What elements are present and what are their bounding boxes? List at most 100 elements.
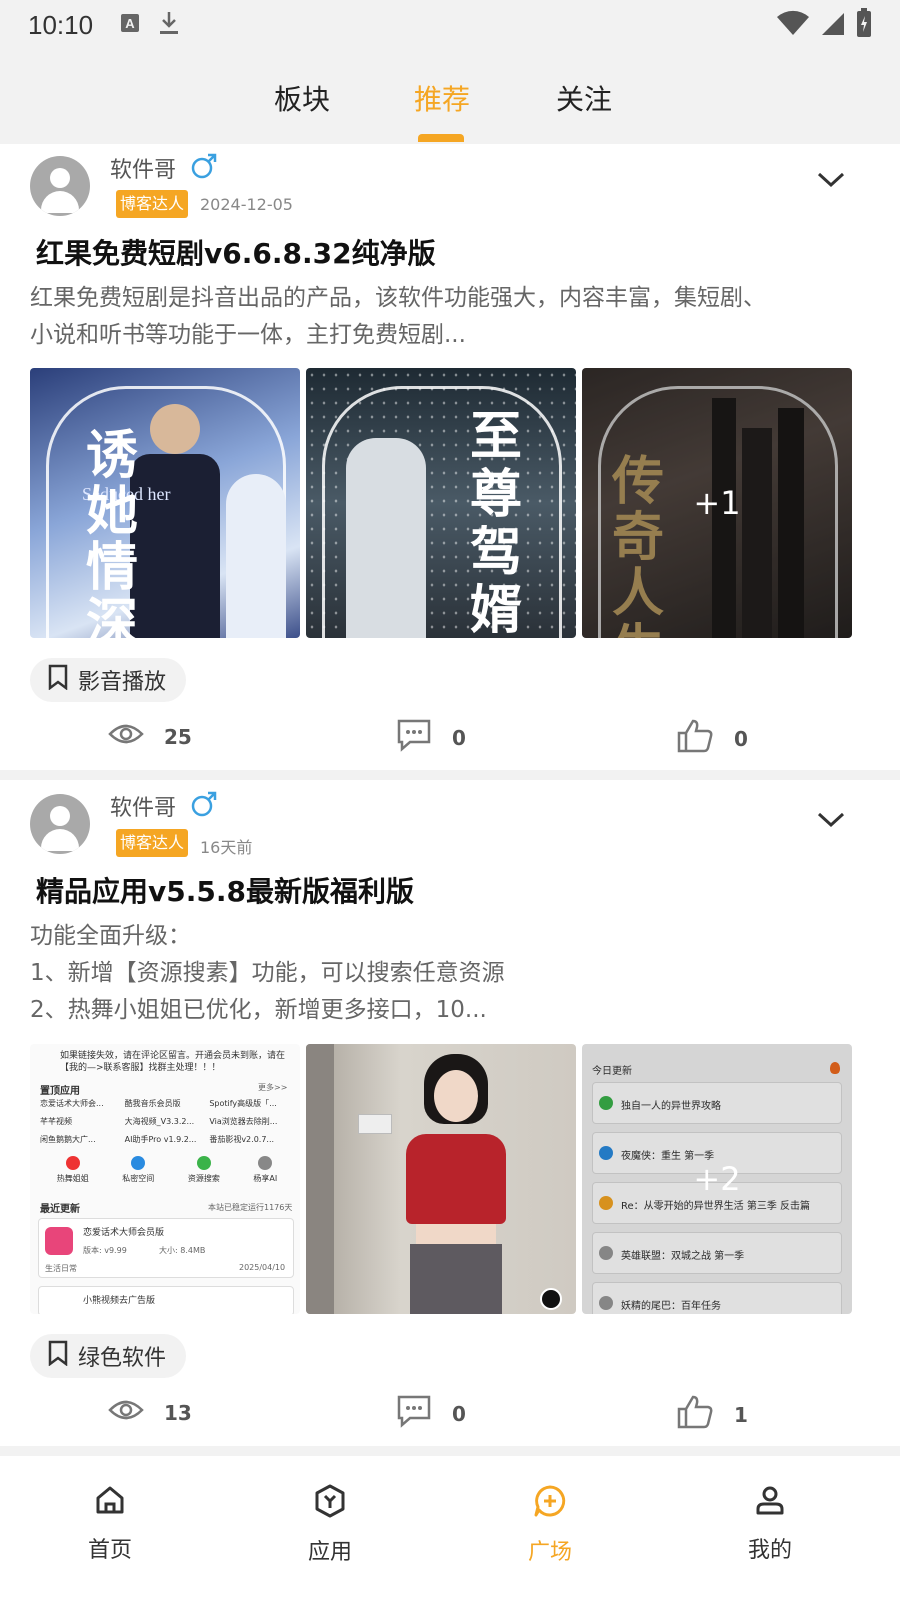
poster-title: 诱她情深 <box>86 425 139 639</box>
post-title[interactable]: 红果免费短剧v6.6.8.32纯净版 <box>36 232 436 272</box>
category-tag-label: 影音播放 <box>78 670 167 695</box>
screenshot-more: 更多>> <box>258 1083 288 1092</box>
male-icon <box>190 152 218 184</box>
post-card[interactable]: 软件哥 博客达人 16天前 精品应用v5.5.8最新版福利版 功能全面升级： 1… <box>0 780 900 1446</box>
thumbnail-image[interactable]: 至尊驾婿 <box>306 368 576 638</box>
category-tag[interactable]: 影音播放 <box>30 658 187 702</box>
signal-icon <box>820 9 846 41</box>
comments-stat[interactable]: 0 <box>396 718 466 757</box>
views-stat: 25 <box>108 720 192 753</box>
post-description[interactable]: 功能全面升级： 1、新增【资源搜素】功能，可以搜索任意资源 2、热舞小姐姐已优化… <box>30 918 870 1029</box>
nav-square-label: 广场 <box>527 1540 572 1565</box>
more-images-overlay[interactable]: +1 <box>582 368 852 638</box>
poster-title: 至尊驾婿 <box>470 406 523 639</box>
screenshot-app: 大海视频_V3.3.2... <box>124 1117 195 1126</box>
screenshot-card-title: 小熊视频去广告版 <box>83 1296 156 1306</box>
thumbs-up-icon <box>676 718 714 759</box>
screenshot-app: Via浏览器去除削... <box>209 1117 278 1126</box>
thumbnail-image[interactable] <box>306 1044 576 1314</box>
screenshot-card-version: 版本: v9.99 <box>83 1246 127 1255</box>
nav-apps-label: 应用 <box>307 1540 352 1565</box>
svg-text:A: A <box>125 16 135 31</box>
screenshot-app: 闲鱼鹅鹅大广... <box>40 1135 96 1144</box>
author-name[interactable]: 软件哥 <box>110 790 176 822</box>
post-description[interactable]: 红果免费短剧是抖音出品的产品，该软件功能强大，内容丰富，集短剧、 小说和听书等功… <box>30 280 870 354</box>
screenshot-app: 恋爱话术大师会... <box>40 1099 104 1108</box>
thumbs-up-icon <box>676 1394 714 1435</box>
status-bar: 10:10 A <box>0 0 900 52</box>
chevron-down-icon[interactable] <box>816 170 846 194</box>
bookmark-icon <box>48 664 68 696</box>
screenshot-shortcut: 资源搜索 <box>187 1174 220 1183</box>
bottom-navigation: 首页 应用 广场 我的 <box>0 1456 900 1600</box>
screenshot-card-size: 大小: 8.4MB <box>159 1246 206 1255</box>
avatar[interactable] <box>30 794 90 854</box>
views-stat: 13 <box>108 1396 192 1429</box>
views-count: 25 <box>164 724 192 749</box>
top-tab-bar: 板块 推荐 关注 <box>0 52 900 144</box>
likes-count: 0 <box>734 726 748 751</box>
screenshot-card-date: 2025/04/10 <box>239 1263 286 1272</box>
square-chat-plus-icon <box>533 1484 567 1524</box>
eye-icon <box>108 720 144 753</box>
screenshot-section: 置顶应用 <box>40 1086 80 1097</box>
image-gallery: 如果链接失效，请在评论区留言。开通会员未到账，请在【我的—>联系客服】找群主处理… <box>30 1044 870 1314</box>
likes-stat[interactable]: 1 <box>676 1394 748 1435</box>
post-title[interactable]: 精品应用v5.5.8最新版福利版 <box>36 870 414 910</box>
chevron-down-icon[interactable] <box>816 810 846 834</box>
screenshot-app: 芊芊视频 <box>40 1117 72 1126</box>
tab-recommend[interactable]: 推荐 <box>414 78 470 118</box>
likes-stat[interactable]: 0 <box>676 718 748 759</box>
comments-stat[interactable]: 0 <box>396 1394 466 1433</box>
thumbnail-image[interactable]: 如果链接失效，请在评论区留言。开通会员未到账，请在【我的—>联系客服】找群主处理… <box>30 1044 300 1314</box>
nav-profile[interactable]: 我的 <box>710 1484 830 1564</box>
eye-icon <box>108 1396 144 1429</box>
screenshot-notice: 如果链接失效，请在评论区留言。开通会员未到账，请在【我的—>联系客服】找群主处理… <box>60 1051 286 1073</box>
nav-home[interactable]: 首页 <box>50 1484 170 1564</box>
tab-active-indicator <box>418 134 464 142</box>
screenshot-app: Spotify高级版「... <box>209 1099 277 1108</box>
screenshot-shortcut: 私密空间 <box>122 1174 155 1183</box>
screenshot-app: AI助手Pro v1.9.2... <box>124 1135 197 1144</box>
screenshot-section: 最近更新 <box>40 1204 80 1215</box>
thumbnail-image[interactable]: 传奇人生 +1 <box>582 368 852 638</box>
tab-follow[interactable]: 关注 <box>556 78 612 118</box>
nav-square[interactable]: 广场 <box>490 1484 610 1566</box>
nav-apps[interactable]: 应用 <box>270 1484 390 1566</box>
screenshot-app: 番茄影视v2.0.7... <box>209 1135 275 1144</box>
screenshot-card-category: 生活日常 <box>45 1264 77 1273</box>
post-date: 2024-12-05 <box>200 195 293 214</box>
battery-icon <box>856 8 872 42</box>
nav-profile-label: 我的 <box>747 1538 792 1563</box>
user-badge: 博客达人 <box>116 829 189 857</box>
user-badge: 博客达人 <box>116 190 189 218</box>
comment-icon <box>396 1394 432 1433</box>
avatar[interactable] <box>30 156 90 216</box>
category-tag[interactable]: 绿色软件 <box>30 1334 187 1378</box>
post-date: 16天前 <box>200 838 253 857</box>
comments-count: 0 <box>452 1401 466 1426</box>
wifi-icon <box>776 9 810 41</box>
screenshot-shortcut: 杨享AI <box>253 1174 278 1183</box>
screenshot-note: 本站已稳定运行1176天 <box>208 1203 293 1212</box>
tab-bankuai[interactable]: 板块 <box>274 78 330 118</box>
profile-icon <box>754 1484 786 1522</box>
image-gallery: Seduced her 诱她情深 至尊驾婿 传奇人生 +1 <box>30 368 870 638</box>
male-icon <box>190 790 218 822</box>
screenshot-shortcut: 热舞姐姐 <box>56 1174 89 1183</box>
screenshot-card-title: 恋爱话术大师会员版 <box>83 1228 165 1238</box>
comments-count: 0 <box>452 725 466 750</box>
nav-home-label: 首页 <box>87 1538 132 1563</box>
comment-icon <box>396 718 432 757</box>
likes-count: 1 <box>734 1402 748 1427</box>
post-card[interactable]: 软件哥 博客达人 2024-12-05 红果免费短剧v6.6.8.32纯净版 红… <box>0 144 900 770</box>
screenshot-app: 酷我音乐会员版 <box>124 1099 181 1108</box>
home-icon <box>94 1484 126 1522</box>
more-images-overlay[interactable]: +2 <box>582 1044 852 1314</box>
status-time: 10:10 <box>28 10 94 40</box>
apps-cube-icon <box>314 1484 346 1524</box>
category-tag-label: 绿色软件 <box>78 1346 167 1371</box>
thumbnail-image[interactable]: 今日更新 独自一人的异世界攻略 夜魔侠：重生 第一季 Re：从零开始的异世界生活… <box>582 1044 852 1314</box>
author-name[interactable]: 软件哥 <box>110 152 176 184</box>
thumbnail-image[interactable]: Seduced her 诱她情深 <box>30 368 300 638</box>
